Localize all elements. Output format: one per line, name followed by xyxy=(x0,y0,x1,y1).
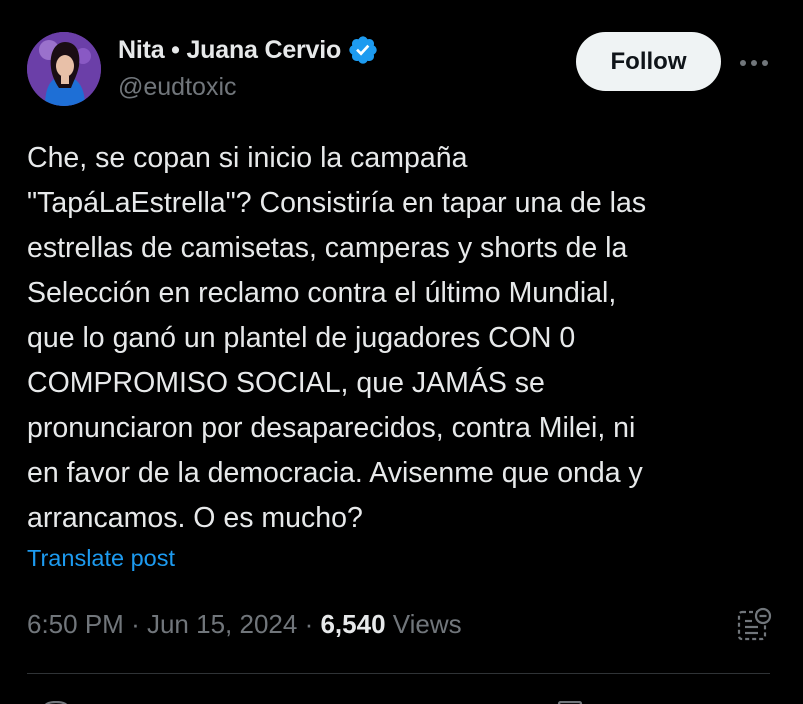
divider xyxy=(27,673,770,674)
tweet-text-line: Che, se copan si inicio la campaña xyxy=(27,142,468,174)
meta-separator: · xyxy=(131,609,140,639)
tweet-text-line: COMPROMISO SOCIAL, que JAMÁS se xyxy=(27,367,545,399)
avatar[interactable] xyxy=(27,32,101,106)
tweet-text: Che, se copan si inicio la campaña "Tapá… xyxy=(27,136,757,541)
follow-button[interactable]: Follow xyxy=(576,32,721,91)
tweet-text-line: arrancamos. O es mucho? xyxy=(27,502,363,534)
tweet-text-line: "TapáLaEstrella"? Consistiría en tapar u… xyxy=(27,187,647,219)
views-count: 6,540 xyxy=(320,609,386,639)
tweet-text-line: en favor de la democracia. Avisenme que … xyxy=(27,457,643,489)
tweet-metadata: 6:50 PM · Jun 15, 2024 · 6,540 Views xyxy=(27,609,462,640)
verified-badge-icon[interactable] xyxy=(347,34,379,66)
author-display-name[interactable]: Nita • Juana Cervio xyxy=(118,36,341,65)
tweet-text-line: que lo ganó un plantel de jugadores CON … xyxy=(27,322,576,354)
reply-icon[interactable] xyxy=(40,696,72,704)
author-handle[interactable]: @eudtoxic xyxy=(118,73,237,102)
ellipsis-icon xyxy=(740,60,768,66)
profile-photo-icon xyxy=(27,32,101,106)
post-date[interactable]: Jun 15, 2024 xyxy=(147,609,297,639)
analytics-icon[interactable] xyxy=(736,606,772,642)
bookmark-icon[interactable] xyxy=(556,696,584,704)
tweet-text-line: Selección en reclamo contra el último Mu… xyxy=(27,277,617,309)
tweet-text-line: estrellas de camisetas, camperas y short… xyxy=(27,232,628,264)
tweet-text-line: pronunciaron por desaparecidos, contra M… xyxy=(27,412,636,444)
tweet-card: Nita • Juana Cervio @eudtoxic Follow Che… xyxy=(0,0,803,704)
views-label: Views xyxy=(392,609,462,639)
meta-separator: · xyxy=(304,609,314,639)
author-name-row: Nita • Juana Cervio xyxy=(118,34,379,66)
translate-post-link[interactable]: Translate post xyxy=(27,545,175,572)
more-options-button[interactable] xyxy=(738,47,770,79)
post-time[interactable]: 6:50 PM xyxy=(27,609,124,639)
